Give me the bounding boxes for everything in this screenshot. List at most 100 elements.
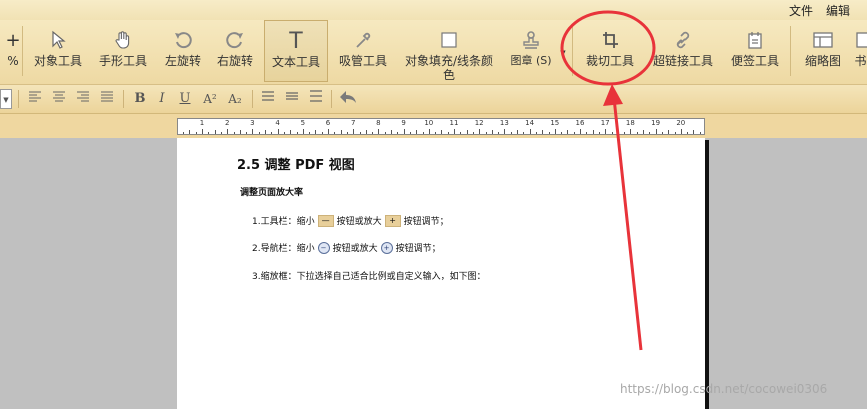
rotate-right-label: 右旋转 (216, 54, 253, 68)
eyedropper-tool-button[interactable]: 吸管工具 (334, 20, 392, 82)
ruler-tick (296, 132, 298, 134)
ruler-number: 3 (250, 119, 255, 127)
ruler-tick (290, 130, 292, 134)
ruler-tick (598, 132, 600, 134)
ruler-tick (195, 132, 197, 134)
ruler-tick (277, 129, 279, 134)
ruler-tick (227, 129, 229, 134)
align-center-button[interactable] (49, 89, 69, 109)
object-tool-label: 对象工具 (33, 54, 82, 68)
chevron-down-icon: ▼ (560, 49, 566, 57)
ruler-tick (328, 129, 329, 134)
format-separator (331, 90, 332, 108)
justify-button[interactable] (97, 89, 117, 109)
superscript-button[interactable]: A² (200, 89, 220, 109)
doc-line-text: 1.工具栏：缩小 (252, 217, 315, 227)
undo-icon (340, 91, 356, 103)
ruler-tick (580, 129, 581, 134)
ruler-tick (617, 130, 619, 134)
ruler-number: 20 (676, 119, 686, 127)
ruler-number: 4 (275, 119, 280, 127)
bookmark-button[interactable]: 书 (854, 20, 867, 82)
ruler-tick (309, 132, 311, 134)
ruler-tick (359, 132, 361, 134)
format-separator (252, 90, 253, 108)
watermark: https://blog.csdn.net/cocowei0306 (620, 382, 828, 396)
ruler-tick (498, 132, 500, 134)
ruler-tick (573, 132, 575, 134)
ruler-tick (554, 129, 556, 134)
note-tool-label: 便签工具 (730, 54, 779, 68)
italic-button[interactable]: I (152, 89, 172, 109)
horizontal-ruler[interactable]: 1 2 3 4 5 6 7 8 9 10 11 12 13 14 15 16 17 18 19 20 (177, 118, 705, 135)
list-button[interactable] (258, 89, 278, 109)
page-title: 2.5 调整 PDF 视图 (237, 158, 355, 173)
stamp-dropdown-button[interactable]: ▼ (558, 20, 568, 82)
ruler-number: 18 (625, 119, 635, 127)
ruler-number: 10 (424, 119, 434, 127)
ruler-number: 15 (550, 119, 560, 127)
bold-button[interactable]: B (130, 89, 150, 109)
underline-button[interactable]: U (175, 89, 195, 109)
align-right-button[interactable] (73, 89, 93, 109)
hand-tool-button[interactable]: 手形工具 (94, 20, 152, 82)
fill-color-button[interactable]: 对象填充/线条颜色 (400, 20, 498, 82)
ruler-number: 5 (300, 119, 306, 127)
ruler-tick (334, 132, 336, 134)
align-left-button[interactable] (25, 89, 45, 109)
ruler-number: 13 (499, 119, 509, 127)
ruler-tick (548, 132, 550, 134)
fill-icon (400, 30, 498, 52)
note-tool-button[interactable]: 便签工具 (726, 20, 784, 82)
thumbnail-button[interactable]: 缩略图 (796, 20, 850, 82)
line-spacing-button[interactable] (282, 89, 302, 109)
paragraph-spacing-button[interactable] (306, 89, 326, 109)
eyedropper-icon (334, 30, 392, 52)
ruler-tick (416, 130, 418, 134)
rotate-left-button[interactable]: 左旋转 (160, 20, 206, 82)
text-tool-button[interactable]: T 文本工具 (264, 20, 328, 82)
chevron-down-icon: ▼ (3, 96, 9, 104)
ruler-tick (372, 132, 374, 134)
menu-edit[interactable]: 编辑 (826, 2, 850, 19)
ruler-tick (472, 132, 474, 134)
font-dropdown[interactable]: ▼ (0, 89, 12, 109)
ruler-tick (208, 132, 210, 134)
ruler-tick (661, 132, 663, 134)
format-separator (18, 90, 19, 108)
ruler-tick (592, 130, 594, 134)
crop-tool-button[interactable]: 裁切工具 (578, 20, 642, 82)
doc-line-zoombox: 3.缩放框：下拉选择自己适合比例或自定义输入，如下图： (252, 272, 486, 282)
format-toolbar: ▼ B I U A² A₂ (0, 85, 867, 114)
undo-button[interactable] (338, 89, 358, 109)
stamp-icon (505, 30, 557, 52)
ruler-tick (535, 132, 537, 134)
ruler-tick (258, 132, 260, 134)
ruler-number: 11 (449, 119, 459, 127)
pointer-icon (28, 30, 88, 52)
object-tool-button[interactable]: 对象工具 (28, 20, 88, 82)
menu-file[interactable]: 文件 (789, 2, 813, 19)
doc-line-navbar: 2.导航栏：缩小 − 按钮或放大 + 按钮调节； (252, 241, 441, 254)
hand-tool-label: 手形工具 (98, 54, 147, 68)
doc-line-text: 按钮调节； (403, 217, 449, 227)
ruler-tick (491, 130, 493, 134)
paragraph-spacing-icon (310, 90, 322, 102)
justify-icon (101, 91, 113, 102)
ruler-tick (397, 132, 399, 134)
ruler-tick (460, 132, 462, 134)
list-icon (262, 91, 274, 101)
doc-line-text: 按钮调节； (395, 244, 441, 254)
hyperlink-tool-button[interactable]: 超链接工具 (650, 20, 716, 82)
stamp-tool-button[interactable]: 图章 (S) (505, 20, 557, 82)
ruler-tick (485, 132, 487, 134)
ruler-tick (561, 132, 563, 134)
subscript-button[interactable]: A₂ (225, 89, 245, 109)
ruler-tick (302, 129, 304, 134)
hand-icon (94, 30, 152, 52)
toolbar-separator (572, 26, 573, 76)
rotate-right-button[interactable]: 右旋转 (212, 20, 258, 82)
ruler-tick (321, 132, 323, 134)
ruler-number: 1 (199, 119, 205, 127)
ruler-tick (378, 129, 380, 134)
